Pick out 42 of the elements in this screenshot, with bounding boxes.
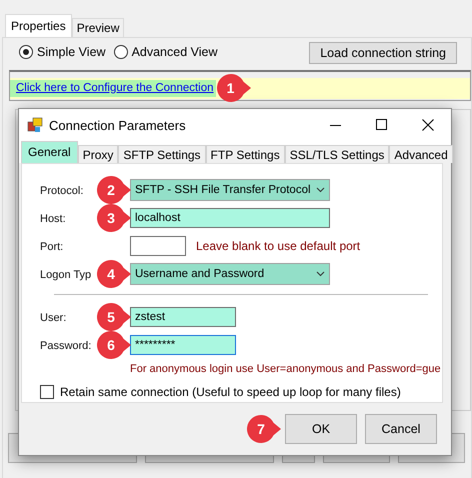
field-label: Password: [40,340,92,352]
chevron-down-icon [316,271,325,277]
tab[interactable]: General [21,141,78,163]
step-badge: 3 [97,204,131,232]
tab[interactable]: Advanced [389,145,453,163]
dropdown[interactable]: SFTP - SSH File Transfer Protocol [130,179,330,201]
load-button[interactable]: Load connection string [309,42,457,64]
field-label: User: [40,312,66,324]
step-badge: 6 [97,331,131,359]
window-title: Connection Parameters [49,118,187,132]
tab[interactable]: Proxy [78,145,118,163]
retain-checkbox[interactable]: Retain same connection (Useful to speed up loop for many files) [40,385,442,399]
step-badge: 7 [247,415,281,443]
tab[interactable]: FTP Settings [206,145,285,163]
tab[interactable]: SFTP Settings [118,145,206,163]
tab[interactable]: Preview [72,18,124,37]
step-badge: 1 [216,74,251,102]
step-badge: 4 [97,260,131,288]
tab[interactable]: SSL/TLS Settings [284,145,390,163]
hint-text: For anonymous login use User=anonymous and Password=gue [130,363,441,375]
chevron-down-icon [316,187,325,193]
field-label: Host: [40,213,66,225]
input-field[interactable]: ********* [130,335,236,355]
dropdown[interactable]: Username and Password [130,263,330,285]
maximize-icon[interactable] [376,119,388,131]
step-badge: 2 [97,176,131,204]
app-icon [27,117,43,133]
input-field[interactable]: localhost [130,208,330,228]
ok-button[interactable]: OK [285,414,357,444]
field-label: Logon Typ [40,269,92,281]
radio-option[interactable]: Advanced View [114,45,218,59]
close-icon[interactable] [422,119,434,131]
hint-text: Leave blank to use default port [196,239,360,253]
field-label: Protocol: [40,185,84,197]
tab[interactable]: Properties [5,14,72,37]
step-badge: 5 [97,303,131,331]
configure-link[interactable]: Click here to Configure the Connection [10,80,216,97]
radio-option[interactable]: Simple View [19,45,106,59]
cancel-button[interactable]: Cancel [365,414,437,444]
input-field[interactable]: zstest [130,307,236,327]
field-label: Port: [40,241,64,253]
input-field[interactable] [130,236,186,256]
